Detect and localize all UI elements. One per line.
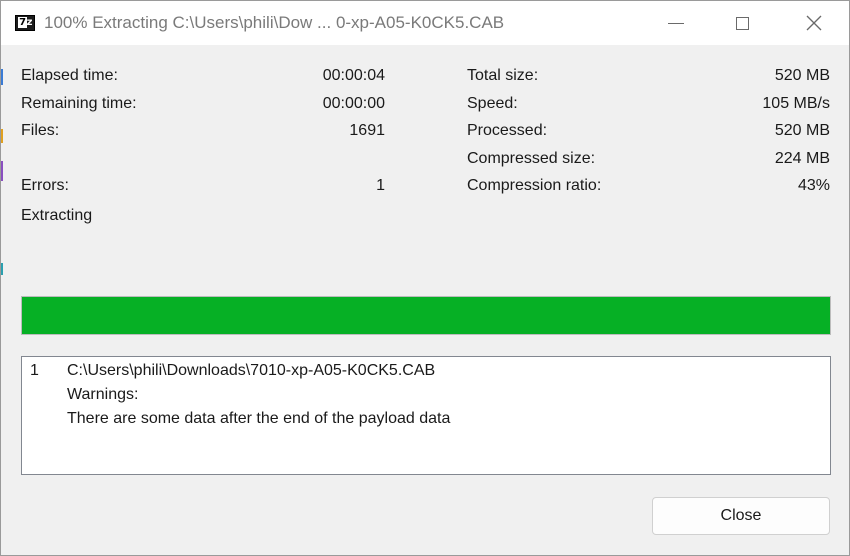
message-detail: There are some data after the end of the… — [67, 410, 451, 427]
files-value: 1691 — [349, 122, 385, 139]
total-size-label: Total size: — [467, 67, 539, 84]
window-title: 100% Extracting C:\Users\phili\Dow ... 0… — [44, 13, 505, 32]
background-window-edge — [1, 129, 3, 143]
elapsed-time-value: 00:00:04 — [322, 67, 385, 84]
message-heading: Warnings: — [67, 386, 139, 403]
7z-app-icon: 7z — [15, 15, 35, 31]
remaining-time-value: 00:00:00 — [322, 95, 385, 112]
close-button[interactable]: Close — [652, 497, 830, 535]
elapsed-time-label: Elapsed time: — [21, 67, 118, 84]
speed-value: 105 MB/s — [762, 95, 830, 112]
extraction-progress-window: 7z 100% Extracting C:\Users\phili\Dow ..… — [0, 0, 850, 556]
status-text: Extracting — [21, 207, 93, 224]
files-label: Files: — [21, 122, 60, 139]
processed-label: Processed: — [467, 122, 548, 139]
errors-label: Errors: — [21, 177, 69, 194]
title-bar[interactable]: 7z 100% Extracting C:\Users\phili\Dow ..… — [1, 1, 849, 45]
background-window-edge — [1, 263, 3, 275]
minimize-icon — [668, 22, 684, 24]
maximize-icon — [735, 16, 749, 30]
background-window-edge — [1, 69, 3, 85]
maximize-button[interactable] — [719, 1, 765, 45]
progress-bar — [21, 296, 831, 335]
message-path: C:\Users\phili\Downloads\7010-xp-A05-K0C… — [67, 362, 436, 379]
speed-label: Speed: — [467, 95, 518, 112]
minimize-button[interactable] — [653, 1, 699, 45]
compression-ratio-value: 43% — [797, 177, 830, 194]
progress-bar-fill — [22, 297, 830, 334]
close-window-button[interactable] — [791, 1, 837, 45]
remaining-time-label: Remaining time: — [21, 95, 137, 112]
total-size-value: 520 MB — [774, 67, 830, 84]
compressed-size-value: 224 MB — [774, 150, 830, 167]
background-window-edge — [1, 161, 3, 181]
compressed-size-label: Compressed size: — [467, 150, 596, 167]
message-index: 1 — [30, 362, 39, 379]
errors-value: 1 — [376, 177, 385, 194]
close-icon — [806, 15, 822, 31]
processed-value: 520 MB — [774, 122, 830, 139]
compression-ratio-label: Compression ratio: — [467, 177, 602, 194]
messages-list[interactable]: 1 C:\Users\phili\Downloads\7010-xp-A05-K… — [21, 356, 831, 475]
